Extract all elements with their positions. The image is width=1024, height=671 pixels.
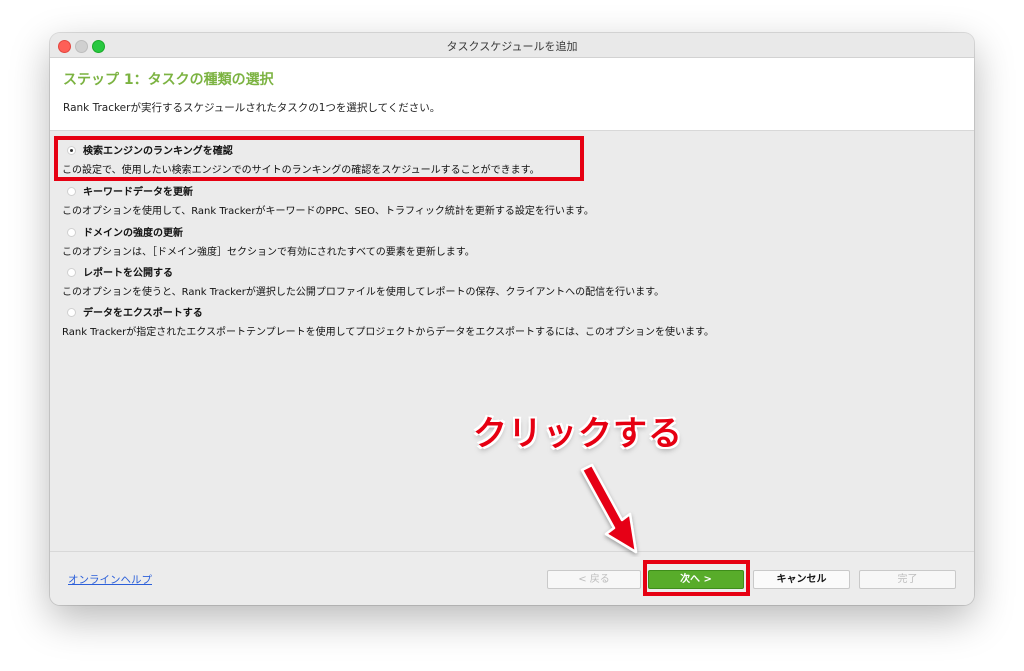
radio-update-domain-strength[interactable] [67,228,76,237]
highlight-selected-option [54,136,584,181]
title-bar: タスクスケジュールを追加 [50,33,974,58]
task-type-options: 検索エンジンのランキングを確認 この設定で、使用したい検索エンジンでのサイトのラ… [50,131,974,551]
wizard-header: ステップ 1：タスクの種類の選択 Rank Trackerが実行するスケジュール… [50,58,974,131]
dialog-window: タスクスケジュールを追加 ステップ 1：タスクの種類の選択 Rank Track… [50,33,974,605]
radio-update-keyword-data[interactable] [67,187,76,196]
back-button[interactable]: < 戻る [547,570,641,589]
window-title: タスクスケジュールを追加 [446,40,578,53]
option-label-export-data[interactable]: データをエクスポートする [83,304,203,319]
cancel-button[interactable]: キャンセル [753,570,850,589]
finish-button[interactable]: 完了 [859,570,956,589]
option-label-publish-report[interactable]: レポートを公開する [83,264,173,279]
option-desc-update-keyword-data: このオプションを使用して、Rank TrackerがキーワードのPPC、SEO、… [62,206,594,217]
step-title: ステップ 1：タスクの種類の選択 [63,72,274,88]
option-label-update-domain-strength[interactable]: ドメインの強度の更新 [83,224,183,239]
radio-export-data[interactable] [67,308,76,317]
annotation-arrow-icon [580,463,638,554]
step-description: Rank Trackerが実行するスケジュールされたタスクの1つを選択してくださ… [63,102,441,114]
option-desc-publish-report: このオプションを使うと、Rank Trackerが選択した公開プロファイルを使用… [62,287,665,298]
option-desc-export-data: Rank Trackerが指定されたエクスポートテンプレートを使用してプロジェク… [62,327,715,338]
wizard-footer: オンラインヘルプ < 戻る 次へ > キャンセル 完了 [50,551,974,605]
click-annotation-label: クリックする [473,414,683,454]
highlight-next-button [643,560,750,596]
option-label-update-keyword-data[interactable]: キーワードデータを更新 [83,183,193,198]
option-desc-update-domain-strength: このオプションは、［ドメイン強度］セクションで有効にされたすべての要素を更新しま… [62,247,475,258]
online-help-link[interactable]: オンラインヘルプ [68,572,152,587]
radio-publish-report[interactable] [67,268,76,277]
